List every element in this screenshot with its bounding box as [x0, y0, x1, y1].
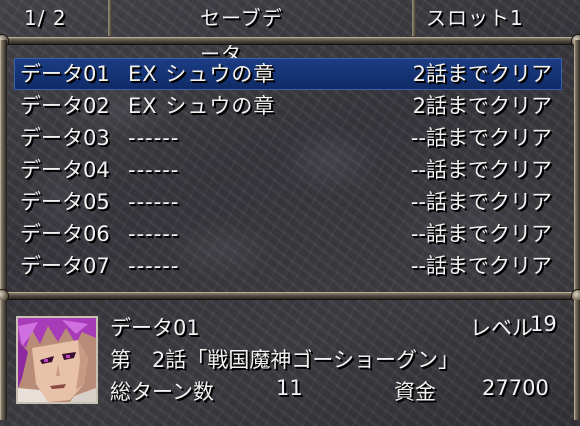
save-screen: 1/ 2 セーブデータ スロット1 データ01 EX シュウの章 2話までクリア…: [0, 0, 580, 426]
frame-border: [0, 37, 580, 45]
save-slot-row[interactable]: データ02 EX シュウの章 2話までクリア: [14, 90, 562, 122]
frame-border: [0, 292, 580, 300]
level-label: レベル: [470, 316, 533, 340]
slot-scenario: EX シュウの章: [128, 62, 276, 86]
slot-progress: --話までクリア: [410, 222, 552, 246]
slot-progress: 2話までクリア: [412, 62, 552, 86]
slot-name: データ06: [20, 222, 110, 246]
slot-progress: 2話までクリア: [412, 94, 552, 118]
slot-name: データ04: [20, 158, 110, 182]
purple-haired-character-portrait-icon: [18, 318, 96, 402]
save-slot-list: データ01 EX シュウの章 2話までクリア データ02 EX シュウの章 2話…: [14, 58, 562, 284]
slot-progress: --話までクリア: [410, 190, 552, 214]
save-slot-row[interactable]: データ07 ------ --話までクリア: [14, 250, 562, 282]
slot-progress: --話までクリア: [410, 126, 552, 150]
slot-progress: --話までクリア: [410, 254, 552, 278]
slot-name: データ02: [20, 94, 110, 118]
slot-name: データ01: [20, 62, 110, 86]
page-counter[interactable]: 1/ 2: [24, 0, 104, 36]
slot-name: データ07: [20, 254, 110, 278]
header-divider: [108, 0, 112, 36]
save-detail-panel: データ01 レベル 19 第 2話「戦国魔神ゴーショーグン」 総ターン数 11 …: [14, 310, 562, 410]
slot-scenario: ------: [128, 190, 180, 214]
frame-border: [0, 300, 7, 420]
header-divider: [412, 0, 416, 36]
save-slot-row[interactable]: データ03 ------ --話までクリア: [14, 122, 562, 154]
screen-title: セーブデータ: [200, 6, 283, 66]
level-value: 19: [530, 312, 557, 336]
slot-scenario: ------: [128, 254, 180, 278]
total-turns-value: 11: [276, 376, 303, 400]
slot-name: データ03: [20, 126, 110, 150]
save-slot-row[interactable]: データ05 ------ --話までクリア: [14, 186, 562, 218]
slot-name: データ05: [20, 190, 110, 214]
slot-selector[interactable]: スロット1: [426, 0, 546, 36]
slot-scenario: ------: [128, 222, 180, 246]
save-slot-row[interactable]: データ01 EX シュウの章 2話までクリア: [14, 58, 562, 90]
total-turns-label: 総ターン数: [110, 380, 214, 404]
slot-progress: --話までクリア: [410, 158, 552, 182]
save-slot-row[interactable]: データ06 ------ --話までクリア: [14, 218, 562, 250]
slot-scenario: EX シュウの章: [128, 94, 276, 118]
chapter-title: 第 2話「戦国魔神ゴーショーグン」: [110, 348, 459, 372]
slot-scenario: ------: [128, 158, 180, 182]
funds-value: 27700: [482, 376, 549, 400]
save-slot-row[interactable]: データ04 ------ --話までクリア: [14, 154, 562, 186]
funds-label: 資金: [394, 380, 436, 404]
frame-border: [574, 300, 580, 420]
slot-scenario: ------: [128, 126, 180, 150]
detail-data-name: データ01: [110, 316, 200, 340]
character-portrait: [16, 316, 98, 404]
header-bar: 1/ 2 セーブデータ スロット1: [0, 0, 580, 66]
